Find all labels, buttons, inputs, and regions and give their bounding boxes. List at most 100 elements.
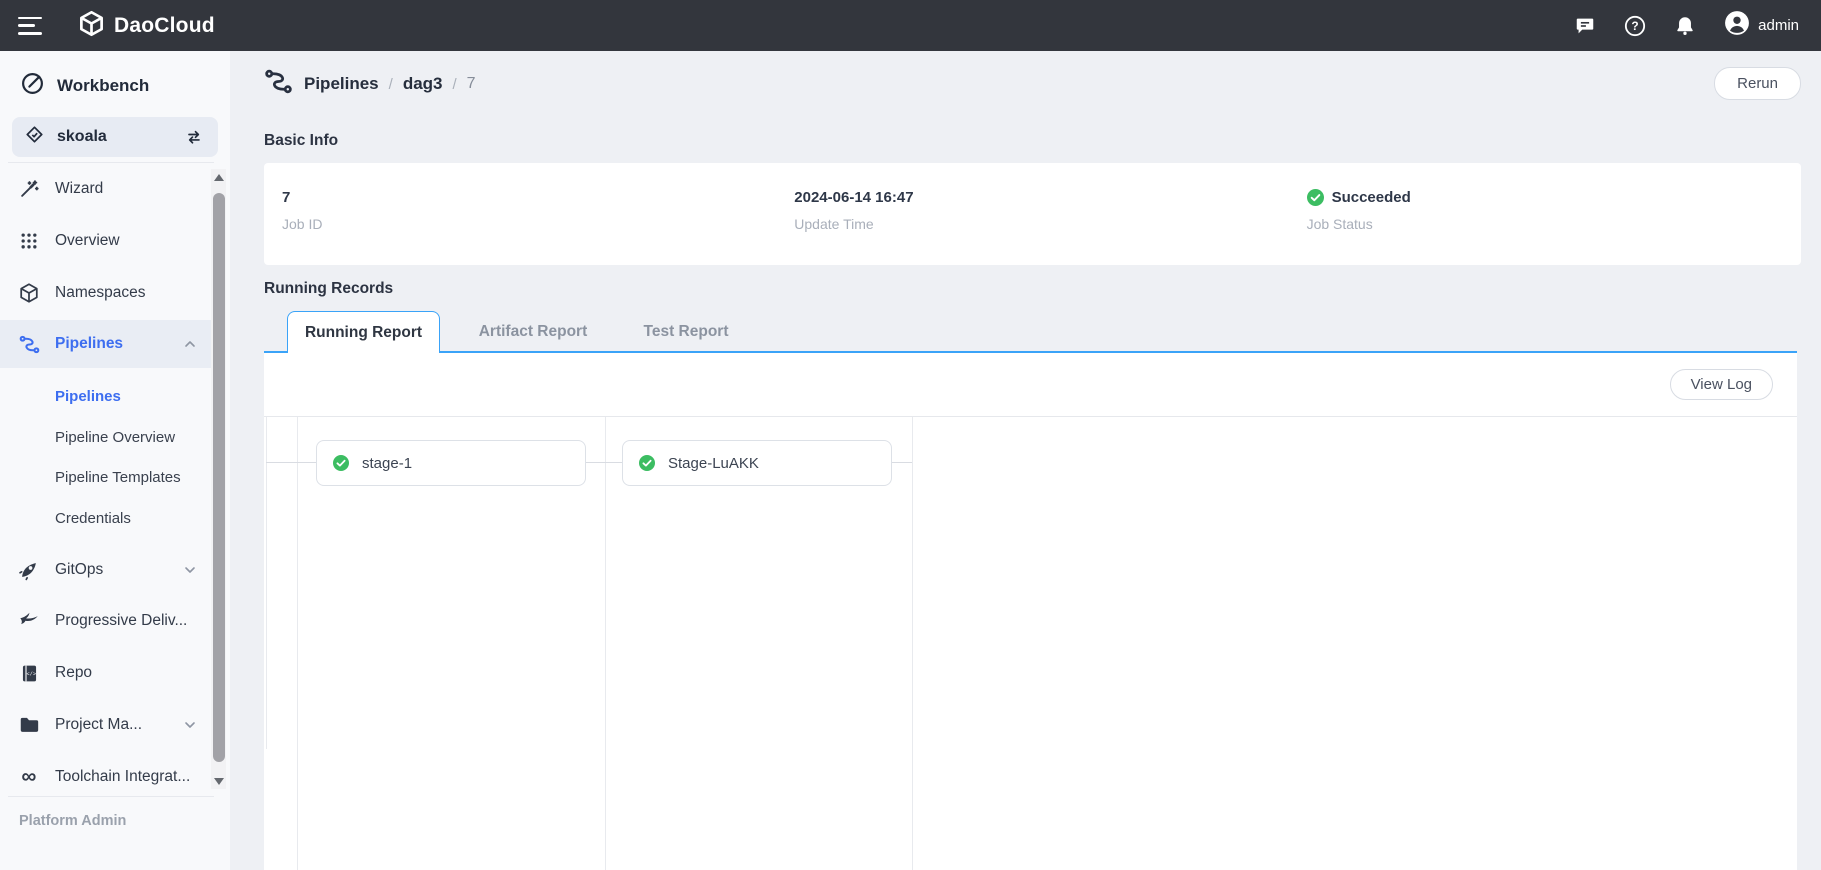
sidebar-item-label: Project Ma... (55, 716, 142, 734)
sidebar-item-wizard[interactable]: Wizard (0, 165, 212, 213)
running-report-panel: View Log stage-1 Stage-LuAKK (264, 353, 1797, 870)
brand-name: DaoCloud (114, 14, 215, 38)
breadcrumb: Pipelines / dag3 / 7 (263, 65, 476, 103)
chevron-down-icon (182, 562, 198, 578)
menu-toggle-icon[interactable] (18, 17, 42, 35)
bird-icon (17, 610, 41, 632)
svg-text:</>: </> (26, 671, 35, 677)
canvas-grid-line (297, 417, 298, 870)
sidebar-subitem-credentials[interactable]: Credentials (0, 498, 212, 538)
canvas-grid-line (266, 417, 267, 749)
success-check-icon (333, 455, 349, 471)
sidebar-item-project-management[interactable]: Project Ma... (0, 701, 212, 749)
sidebar-item-label: Pipelines (55, 335, 123, 353)
messages-icon[interactable] (1574, 15, 1596, 37)
sidebar-subitem-pipeline-overview[interactable]: Pipeline Overview (0, 417, 212, 457)
scroll-down-icon[interactable] (211, 773, 226, 789)
breadcrumb-dag3[interactable]: dag3 (403, 74, 443, 94)
repo-book-icon: </> (17, 663, 41, 684)
sidebar-subitem-label: Pipeline Templates (55, 469, 181, 486)
job-status-label: Job Status (1307, 216, 1801, 232)
breadcrumb-current: 7 (467, 75, 476, 93)
sidebar-item-overview[interactable]: Overview (0, 217, 212, 265)
folder-icon (17, 714, 41, 736)
pipelines-icon (17, 333, 41, 356)
stage-node-stage-luakk[interactable]: Stage-LuAKK (622, 440, 892, 486)
brand-logo[interactable]: DaoCloud (78, 10, 215, 42)
svg-text:?: ? (1632, 19, 1639, 33)
job-status-value: Succeeded (1332, 189, 1411, 206)
sidebar: Workbench skoala Wizard Overview Namespa… (0, 51, 230, 870)
tab-running-report[interactable]: Running Report (287, 311, 440, 353)
sidebar-item-repo[interactable]: </> Repo (0, 649, 212, 697)
view-log-button[interactable]: View Log (1670, 369, 1773, 400)
help-icon[interactable]: ? (1624, 15, 1646, 37)
running-records-title: Running Records (264, 280, 393, 298)
job-id-field: 7 Job ID (264, 163, 776, 265)
sidebar-item-label: Overview (55, 232, 120, 250)
avatar (1724, 10, 1750, 41)
rerun-button[interactable]: Rerun (1714, 67, 1801, 100)
tab-artifact-report[interactable]: Artifact Report (479, 311, 588, 353)
breadcrumb-separator: / (389, 76, 393, 93)
breadcrumb-separator: / (453, 76, 457, 93)
sidebar-item-progressive-delivery[interactable]: Progressive Deliv... (0, 597, 212, 645)
stage-node-stage-1[interactable]: stage-1 (316, 440, 586, 486)
daocloud-cube-icon (78, 10, 105, 42)
tab-test-report[interactable]: Test Report (644, 311, 729, 353)
sidebar-item-pipelines[interactable]: Pipelines (0, 320, 212, 368)
switch-workspace-icon[interactable] (184, 127, 204, 147)
workspace-selector[interactable]: skoala (12, 117, 218, 157)
sidebar-subitem-pipelines[interactable]: Pipelines (0, 376, 212, 416)
chevron-down-icon (182, 717, 198, 733)
basic-info-card: 7 Job ID 2024-06-14 16:47 Update Time Su… (264, 163, 1801, 265)
update-time-value: 2024-06-14 16:47 (794, 187, 1288, 207)
sidebar-subitem-pipeline-templates[interactable]: Pipeline Templates (0, 457, 212, 497)
update-time-field: 2024-06-14 16:47 Update Time (776, 163, 1288, 265)
sidebar-item-gitops[interactable]: GitOps (0, 546, 212, 594)
topbar: DaoCloud ? admin (0, 0, 1821, 51)
sidebar-subitem-label: Pipelines (55, 388, 121, 405)
report-tabs: Running Report Artifact Report Test Repo… (264, 311, 1797, 353)
dag-edge (892, 462, 912, 463)
job-id-value: 7 (282, 187, 776, 207)
workspace-name: skoala (57, 128, 107, 146)
sidebar-section-platform-admin: Platform Admin (19, 813, 126, 829)
breadcrumb-pipelines[interactable]: Pipelines (304, 74, 379, 94)
chevron-up-icon (182, 336, 198, 352)
basic-info-title: Basic Info (264, 132, 338, 150)
sidebar-item-label: Toolchain Integrat... (55, 768, 190, 786)
namespaces-cube-icon (17, 282, 41, 304)
success-check-icon (1307, 189, 1324, 206)
workspace-icon (24, 124, 45, 150)
sidebar-divider (8, 796, 214, 797)
sidebar-item-workbench[interactable]: Workbench (0, 51, 230, 117)
gitops-rocket-icon (17, 559, 41, 581)
sidebar-subitem-label: Pipeline Overview (55, 429, 175, 446)
workbench-label: Workbench (57, 76, 149, 96)
infinity-icon: ∞ (17, 767, 41, 787)
sidebar-item-namespaces[interactable]: Namespaces (0, 269, 212, 317)
notifications-bell-icon[interactable] (1674, 15, 1696, 37)
overview-grid-icon (17, 231, 41, 251)
sidebar-item-label: Progressive Deliv... (55, 612, 187, 630)
dag-edge (586, 462, 622, 463)
workbench-icon (20, 71, 45, 101)
scroll-up-icon[interactable] (211, 169, 226, 185)
job-status-field: Succeeded Job Status (1289, 163, 1801, 265)
success-check-icon (639, 455, 655, 471)
sidebar-divider (8, 162, 214, 163)
wizard-wand-icon (17, 178, 41, 200)
user-menu[interactable]: admin (1724, 10, 1799, 41)
sidebar-item-label: Repo (55, 664, 92, 682)
sidebar-item-label: GitOps (55, 561, 103, 579)
stage-name: stage-1 (362, 455, 412, 472)
sidebar-scrollbar[interactable] (211, 169, 226, 789)
sidebar-item-admin-view[interactable]: Admin View ↗ (0, 857, 212, 870)
sidebar-item-label: Namespaces (55, 284, 145, 302)
sidebar-item-toolchain-integration[interactable]: ∞ Toolchain Integrat... (0, 753, 212, 801)
scrollbar-thumb[interactable] (213, 193, 225, 762)
dag-edge (266, 462, 316, 463)
pipeline-dag-canvas[interactable]: stage-1 Stage-LuAKK (264, 416, 1797, 870)
update-time-label: Update Time (794, 216, 1288, 232)
